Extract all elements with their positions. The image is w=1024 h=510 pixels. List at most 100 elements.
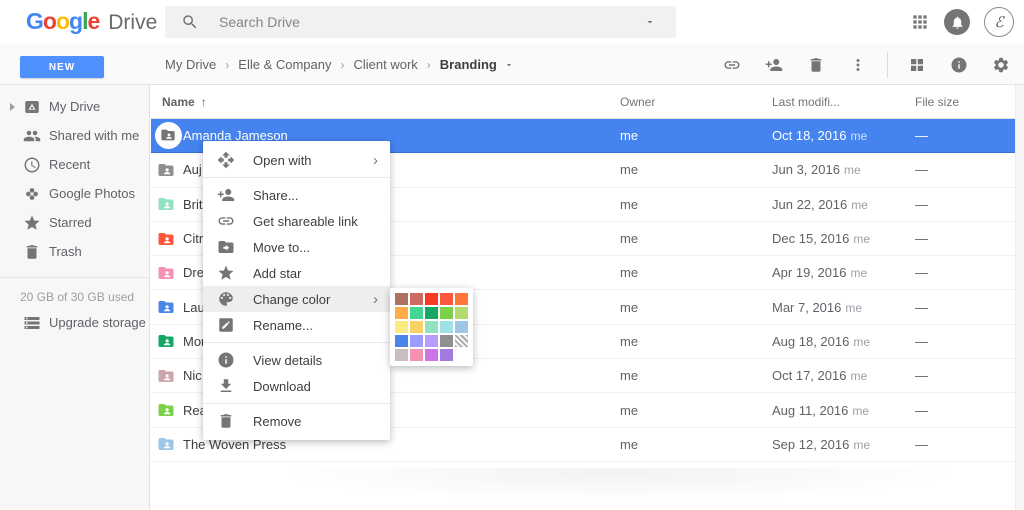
download-icon [217,377,235,395]
grid-view-button[interactable] [908,56,926,74]
color-swatch[interactable] [395,293,408,305]
file-last-modified: Oct 17, 2016me [772,368,915,383]
google-drive-logo[interactable]: Google Drive [26,8,157,35]
sidebar-item-upgrade-storage[interactable]: Upgrade storage [0,308,149,337]
get-link-button[interactable] [723,56,741,74]
apps-grid-button[interactable] [910,12,930,32]
color-swatch[interactable] [395,335,408,347]
search-options-caret-icon[interactable] [644,16,656,28]
expand-arrow-icon[interactable] [10,103,15,111]
file-icon-cell [157,122,183,149]
menu-divider [203,342,390,343]
logo-letter: G [26,8,43,34]
scrollbar[interactable] [1015,85,1024,510]
menu-item-get-shareable-link[interactable]: Get shareable link [203,208,390,234]
color-swatch[interactable] [410,335,423,347]
menu-item-remove[interactable]: Remove [203,408,390,434]
color-swatch-none[interactable] [455,335,468,347]
menu-item-open-with[interactable]: Open with › [203,147,390,173]
color-swatch[interactable] [395,307,408,319]
file-owner: me [620,265,772,280]
menu-item-share[interactable]: Share... [203,182,390,208]
menu-item-download[interactable]: Download [203,373,390,399]
file-size: — [915,437,1024,452]
file-owner: me [620,368,772,383]
color-swatch[interactable] [440,349,453,361]
color-swatch[interactable] [410,293,423,305]
folder-shared-icon [157,401,175,419]
more-actions-button[interactable] [849,56,867,74]
menu-item-rename[interactable]: Rename... [203,312,390,338]
color-swatch[interactable] [425,349,438,361]
menu-item-label: Change color [253,292,365,307]
avatar[interactable]: ℰ [984,7,1014,37]
menu-item-view-details[interactable]: View details [203,347,390,373]
apps-grid-icon [910,12,930,32]
file-modified-by: me [853,335,870,349]
color-swatch[interactable] [425,293,438,305]
color-swatch[interactable] [440,321,453,333]
column-header-name[interactable]: Name ↑ [162,95,620,109]
color-swatch[interactable] [440,335,453,347]
file-modified-by: me [852,404,869,418]
color-swatch[interactable] [425,321,438,333]
menu-item-label: Open with [253,153,365,168]
search-bar[interactable]: Search Drive [165,6,676,38]
menu-item-move-to[interactable]: Move to... [203,234,390,260]
notifications-button[interactable] [944,9,970,35]
color-swatch[interactable] [410,307,423,319]
sidebar-item-label: Recent [49,157,90,172]
color-swatch[interactable] [440,307,453,319]
color-swatch[interactable] [455,293,468,305]
file-icon-cell [157,298,183,316]
table-header: Name ↑ Owner Last modifi... File size [151,85,1024,119]
file-owner: me [620,197,772,212]
sidebar-item-label: Google Photos [49,186,135,201]
color-swatch[interactable] [455,321,468,333]
view-details-button[interactable] [950,56,968,74]
color-swatch[interactable] [440,293,453,305]
sidebar-item-my-drive[interactable]: My Drive [0,92,149,121]
breadcrumb-label: Client work [354,57,418,72]
toolbar [723,44,1010,85]
menu-item-add-star[interactable]: Add star [203,260,390,286]
submenu-chevron-icon: › [373,153,378,168]
color-swatch[interactable] [395,349,408,361]
folder-shared-icon [157,332,175,350]
breadcrumb-item-client-work[interactable]: Client work [354,57,418,72]
color-swatch[interactable] [410,349,423,361]
settings-button[interactable] [992,56,1010,74]
share-button[interactable] [765,56,783,74]
sidebar-item-recent[interactable]: Recent [0,150,149,179]
color-swatch[interactable] [410,321,423,333]
column-label: Name [162,95,195,109]
color-swatch[interactable] [425,335,438,347]
menu-item-change-color[interactable]: Change color› [203,286,390,312]
new-button[interactable]: NEW [20,56,104,78]
sidebar-item-google-photos[interactable]: Google Photos [0,179,149,208]
file-modified-by: me [845,301,862,315]
action-bar: NEW My Drive›Elle & Company›Client work›… [0,44,1024,85]
product-name: Drive [108,11,157,35]
color-swatch[interactable] [395,321,408,333]
folder-shared-icon [160,127,178,145]
remove-button[interactable] [807,56,825,74]
file-size: — [915,300,1024,315]
breadcrumb-item-my-drive[interactable]: My Drive [165,57,216,72]
logo-letter: e [87,8,99,34]
grid-view-icon [908,56,926,74]
column-header-last-modified: Last modifi... [772,95,915,109]
palette-row [395,293,468,305]
file-size: — [915,403,1024,418]
sidebar-item-starred[interactable]: Starred [0,208,149,237]
file-owner: me [620,300,772,315]
sidebar-item-trash[interactable]: Trash [0,237,149,266]
search-input[interactable]: Search Drive [219,14,644,30]
sidebar-item-shared-with-me[interactable]: Shared with me [0,121,149,150]
breadcrumb-item-branding[interactable]: Branding [440,57,514,72]
file-modified-by: me [850,369,867,383]
color-swatch[interactable] [425,307,438,319]
logo-letter: g [69,8,82,34]
color-swatch[interactable] [455,307,468,319]
breadcrumb-item-elle-company[interactable]: Elle & Company [238,57,331,72]
